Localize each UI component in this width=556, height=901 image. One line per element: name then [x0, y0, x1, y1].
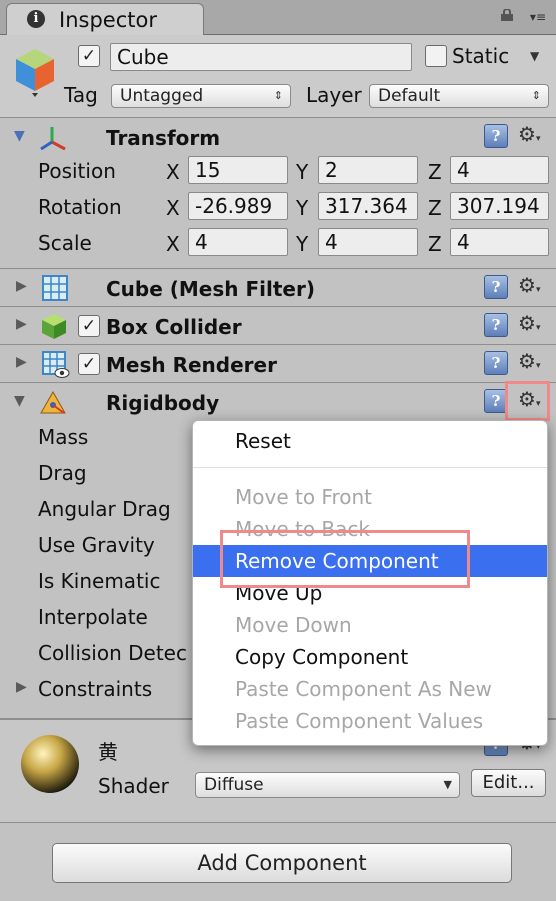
rotation-x-field[interactable]: -26.989 [188, 192, 288, 220]
mesh-grid-icon [42, 275, 68, 301]
box-collider-icon [42, 314, 66, 339]
axis-z-label: Z [428, 160, 442, 184]
interpolate-label: Interpolate [38, 605, 148, 629]
angular-drag-label: Angular Drag [38, 497, 171, 521]
component-title: Box Collider [106, 315, 242, 339]
dropdown-arrow-icon: ▼ [443, 778, 452, 791]
gear-icon[interactable]: ⚙▾ [518, 349, 540, 373]
component-title: Rigidbody [106, 391, 220, 415]
position-x-field[interactable]: 15 [188, 156, 288, 184]
help-book-icon[interactable]: ? [484, 351, 508, 375]
mesh-renderer-icon [42, 351, 70, 378]
drag-label: Drag [38, 461, 87, 485]
remove-component-highlight-box [220, 530, 470, 588]
rotation-z-field[interactable]: 307.194 [450, 192, 549, 220]
object-name-field[interactable]: Cube [110, 43, 412, 71]
tab-label: Inspector [59, 8, 157, 32]
scale-y-field[interactable]: 4 [318, 228, 418, 256]
layer-label: Layer [306, 83, 362, 107]
component-title: Mesh Renderer [106, 353, 277, 377]
axis-x-label: X [166, 160, 180, 184]
menu-item-copy-component[interactable]: Copy Component [193, 641, 547, 673]
cube-object-icon [16, 49, 54, 97]
layer-dropdown[interactable]: Default ⇕ [369, 84, 549, 108]
tab-menu-icon[interactable]: ▾≡ [530, 10, 546, 24]
active-checkbox[interactable]: ✓ [78, 45, 100, 67]
menu-item-paste-component-values: Paste Component Values [235, 709, 484, 733]
fold-closed-icon[interactable]: ▶ [16, 354, 27, 370]
help-book-icon[interactable]: ? [484, 275, 508, 299]
fold-open-icon[interactable]: ▼ [14, 128, 25, 144]
axis-y-label: Y [296, 160, 309, 184]
rotation-y-field[interactable]: 317.364 [318, 192, 418, 220]
component-title: Cube (Mesh Filter) [106, 277, 315, 301]
menu-item-move-to-front: Move to Front [235, 485, 373, 509]
enabled-checkbox[interactable]: ✓ [78, 315, 100, 337]
static-label: Static [452, 44, 510, 68]
box-collider-component: ▶ ✓ Box Collider ? ⚙▾ [0, 306, 556, 345]
static-dropdown-icon[interactable]: ▼ [530, 49, 539, 63]
component-title: Transform [106, 126, 221, 150]
lock-icon[interactable] [500, 9, 514, 21]
is-kinematic-label: Is Kinematic [38, 569, 161, 593]
gear-icon[interactable]: ⚙▾ [518, 122, 540, 146]
scale-z-field[interactable]: 4 [450, 228, 549, 256]
object-header: ✓ Cube Static ▼ Tag Untagged ⇕ Layer Defa… [0, 35, 556, 118]
tab-bar: i Inspector ▾≡ [0, 0, 556, 36]
position-label: Position [38, 159, 116, 183]
position-y-field[interactable]: 2 [318, 156, 418, 184]
fold-closed-icon[interactable]: ▶ [16, 679, 27, 695]
popup-arrows-icon: ⇕ [531, 89, 541, 102]
mesh-filter-component: ▶ Cube (Mesh Filter) ? ⚙▾ [0, 268, 556, 307]
tag-label: Tag [64, 83, 98, 107]
menu-item-move-down: Move Down [235, 613, 352, 637]
edit-shader-button[interactable]: Edit... [471, 769, 546, 797]
material-sphere-icon [21, 735, 79, 793]
mass-label: Mass [38, 425, 89, 449]
axis-z-label: Z [428, 232, 442, 256]
axis-z-label: Z [428, 196, 442, 220]
info-icon: i [27, 10, 45, 28]
constraints-label[interactable]: Constraints [38, 677, 152, 701]
gear-icon[interactable]: ⚙▾ [518, 273, 540, 297]
gear-icon[interactable]: ⚙▾ [518, 311, 540, 335]
menu-separator [193, 467, 547, 468]
scale-x-field[interactable]: 4 [188, 228, 288, 256]
tab-inspector[interactable]: i Inspector [6, 3, 204, 36]
fold-open-icon[interactable]: ▼ [14, 393, 25, 409]
axis-y-label: Y [296, 196, 309, 220]
menu-item-paste-component-as-new: Paste Component As New [235, 677, 492, 701]
menu-item-reset[interactable]: Reset [193, 425, 547, 457]
fold-closed-icon[interactable]: ▶ [16, 278, 27, 294]
use-gravity-label: Use Gravity [38, 533, 155, 557]
rigidbody-icon [40, 390, 66, 414]
axis-y-label: Y [296, 232, 309, 256]
help-book-icon[interactable]: ? [484, 313, 508, 337]
rotation-label: Rotation [38, 195, 122, 219]
help-book-icon[interactable]: ? [484, 124, 508, 148]
transform-axes-icon [40, 127, 66, 151]
scale-label: Scale [38, 231, 92, 255]
static-checkbox[interactable] [425, 45, 447, 67]
enabled-checkbox[interactable]: ✓ [78, 353, 100, 375]
axis-x-label: X [166, 196, 180, 220]
transform-component: ▼ Transform ? ⚙▾ Position X 15 Y 2 Z 4 R… [0, 118, 556, 268]
popup-arrows-icon: ⇕ [273, 89, 283, 102]
mesh-renderer-component: ▶ ✓ Mesh Renderer ? ⚙▾ [0, 344, 556, 383]
axis-x-label: X [166, 232, 180, 256]
tag-dropdown[interactable]: Untagged ⇕ [111, 84, 291, 108]
shader-dropdown[interactable]: Diffuse ▼ [195, 772, 460, 798]
add-component-button[interactable]: Add Component [52, 843, 512, 883]
collision-detection-label: Collision Detec [38, 641, 187, 665]
position-z-field[interactable]: 4 [450, 156, 549, 184]
material-name: 黄 [98, 740, 118, 764]
fold-closed-icon[interactable]: ▶ [16, 316, 27, 332]
shader-label: Shader [98, 774, 169, 798]
gear-highlight-box [505, 381, 550, 421]
